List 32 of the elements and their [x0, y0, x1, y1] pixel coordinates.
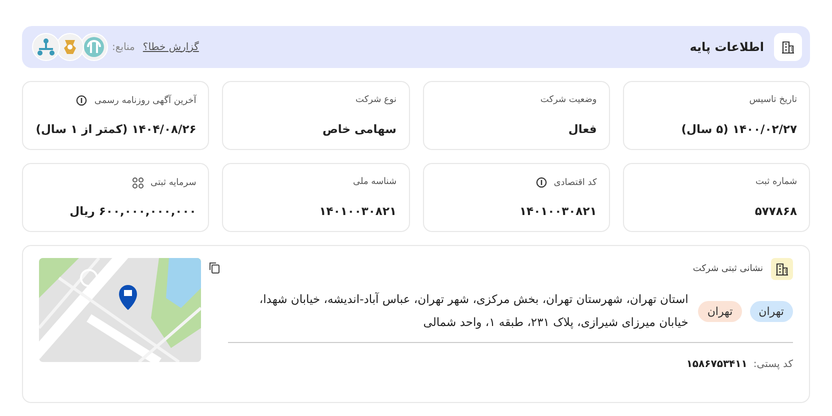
field-label: کد اقتصادی — [554, 178, 597, 188]
field-label: شماره ثبت — [756, 177, 797, 187]
field-value: ۶۰۰,۰۰۰,۰۰۰,۰۰۰ ریال — [68, 204, 196, 218]
address-title: نشانی ثبتی شرکت — [692, 264, 763, 274]
field-value: ۱۴۰۴/۰۸/۲۶ (کمتر از ۱ سال) — [35, 122, 196, 136]
coins-icon — [132, 177, 144, 189]
sources-label: منابع: — [112, 42, 135, 52]
postal-code: ۱۵۸۶۷۵۳۴۱۱ — [686, 359, 748, 370]
postal-label: کد پستی: — [753, 359, 793, 370]
copy-icon[interactable] — [209, 262, 220, 274]
city-tag: تهران — [698, 300, 742, 322]
field-label: تاریخ تاسیس — [749, 95, 797, 105]
field-label: سرمایه ثبتی — [150, 178, 196, 188]
field-value: ۱۴۰۱۰۰۳۰۸۲۱ — [318, 204, 396, 218]
report-error-link[interactable]: گزارش خطا؟ — [142, 42, 199, 52]
building-icon — [771, 258, 793, 280]
field-label: آخرین آگهی روزنامه رسمی — [94, 96, 196, 106]
source-logo[interactable] — [32, 33, 60, 61]
address-text: استان تهران، شهرستان تهران، بخش مرکزی، شهر تهران، عباس آباد-اندیشه، خیابان شهدا، خیابان میرزای شیرازی، پلاک ۲۳۱، طبقه ۱، واحد شمالی — [258, 291, 688, 331]
section-title: اطلاعات پایه — [690, 40, 764, 54]
field-value: ۱۴۰۰/۰۲/۲۷ (۵ سال) — [680, 122, 797, 136]
field-label: نوع شرکت — [355, 95, 396, 105]
building-icon — [774, 33, 802, 61]
field-value: ۵۷۷۸۶۸ — [754, 204, 797, 218]
info-icon[interactable] — [536, 177, 547, 188]
field-value: فعال — [567, 122, 597, 136]
info-icon[interactable] — [76, 95, 88, 106]
field-value: ۱۴۰۱۰۰۳۰۸۲۱ — [518, 204, 597, 218]
city-tag: تهران — [750, 300, 793, 322]
field-label: شناسه ملی — [352, 177, 396, 187]
field-value: سهامی خاص — [321, 122, 396, 136]
field-label: وضعیت شرکت — [540, 95, 597, 105]
